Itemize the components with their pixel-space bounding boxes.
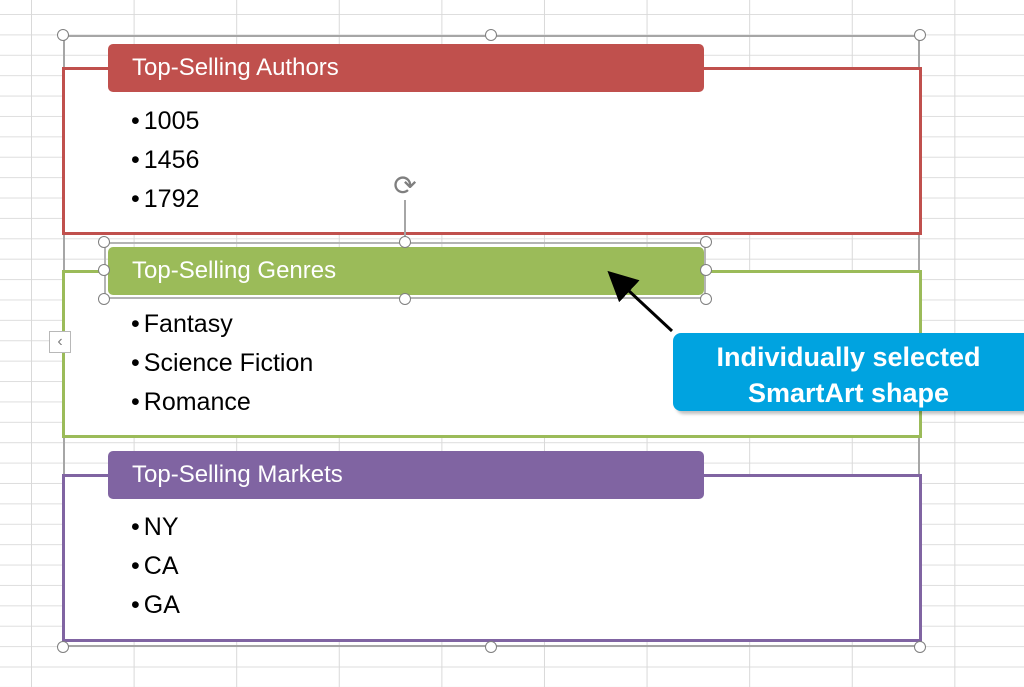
callout-line-2: SmartArt shape — [747, 378, 950, 408]
callout-box: Individually selected SmartArt shape — [673, 333, 1024, 411]
callout-line-1: Individually selected — [716, 342, 981, 372]
